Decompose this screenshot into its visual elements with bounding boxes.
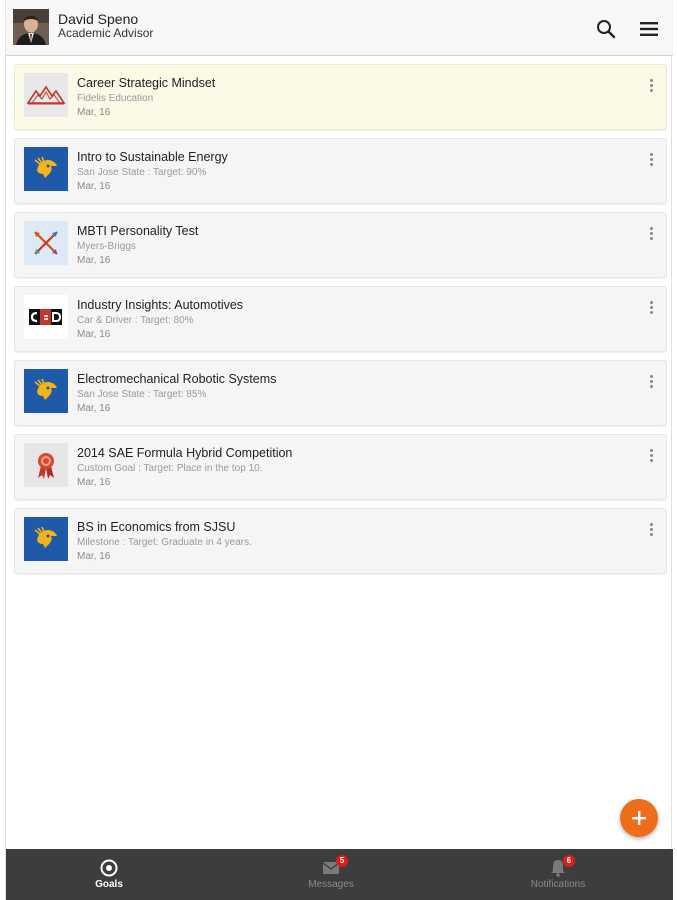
goal-item-electromechanical-robotic-systems[interactable]: Electromechanical Robotic Systems San Jo… — [14, 360, 667, 426]
goal-subtitle: Car & Driver : Target: 80% — [77, 315, 194, 326]
search-icon[interactable] — [595, 18, 617, 40]
nav-tab-messages[interactable]: 5 Messages — [261, 849, 401, 900]
sjsu-spartan-logo — [24, 369, 68, 413]
hamburger-menu-icon[interactable] — [638, 18, 660, 40]
goal-item-career-strategic-mindset[interactable]: Career Strategic Mindset Fidelis Educati… — [14, 64, 667, 130]
nav-label: Goals — [95, 879, 123, 890]
goal-title: BS in Economics from SJSU — [77, 520, 236, 534]
plus-icon — [632, 811, 646, 825]
user-name: David Speno — [58, 11, 139, 27]
goal-subtitle: San Jose State : Target: 85% — [77, 389, 207, 400]
more-options-icon[interactable] — [644, 371, 658, 391]
goal-title: Electromechanical Robotic Systems — [77, 372, 277, 386]
bell-icon: 6 — [547, 855, 575, 878]
goal-subtitle: Myers-Briggs — [77, 241, 136, 252]
nav-tab-goals[interactable]: Goals — [39, 849, 179, 900]
goal-date: Mar, 16 — [77, 255, 111, 266]
user-role: Academic Advisor — [58, 26, 154, 40]
fidelis-logo — [24, 73, 68, 117]
goal-title: MBTI Personality Test — [77, 224, 199, 238]
more-options-icon[interactable] — [644, 519, 658, 539]
add-goal-button[interactable] — [620, 799, 658, 837]
goal-date: Mar, 16 — [77, 551, 111, 562]
goal-date: Mar, 16 — [77, 329, 111, 340]
more-options-icon[interactable] — [644, 149, 658, 169]
more-options-icon[interactable] — [644, 297, 658, 317]
app-frame: David Speno Academic Advisor Career Stra… — [5, 0, 673, 900]
goal-item-bs-in-economics-from-sjsu[interactable]: BS in Economics from SJSU Milestone : Ta… — [14, 508, 667, 574]
goal-subtitle: San Jose State : Target: 90% — [77, 167, 207, 178]
envelope-icon: 5 — [320, 855, 348, 878]
goal-subtitle: Custom Goal : Target: Place in the top 1… — [77, 463, 263, 474]
goal-date: Mar, 16 — [77, 477, 111, 488]
goal-title: 2014 SAE Formula Hybrid Competition — [77, 446, 293, 460]
target-icon — [98, 858, 120, 878]
goal-date: Mar, 16 — [77, 181, 111, 192]
goal-title: Industry Insights: Automotives — [77, 298, 244, 312]
mbti-logo — [24, 221, 68, 265]
goal-item-mbti-personality-test[interactable]: MBTI Personality Test Myers-Briggs Mar, … — [14, 212, 667, 278]
more-options-icon[interactable] — [644, 445, 658, 465]
goal-date: Mar, 16 — [77, 107, 111, 118]
nav-tab-notifications[interactable]: 6 Notifications — [488, 849, 628, 900]
nav-label: Messages — [308, 879, 354, 890]
goals-list: Career Strategic Mindset Fidelis Educati… — [14, 64, 667, 582]
goal-subtitle: Fidelis Education — [77, 93, 154, 104]
more-options-icon[interactable] — [644, 223, 658, 243]
avatar[interactable] — [13, 9, 49, 45]
sjsu-spartan-logo — [24, 517, 68, 561]
nav-label: Notifications — [530, 879, 586, 890]
goal-item-intro-to-sustainable-energy[interactable]: Intro to Sustainable Energy San Jose Sta… — [14, 138, 667, 204]
goal-item-2014-sae-formula-hybrid-competition[interactable]: 2014 SAE Formula Hybrid Competition Cust… — [14, 434, 667, 500]
goal-title: Intro to Sustainable Energy — [77, 150, 228, 164]
goal-title: Career Strategic Mindset — [77, 76, 216, 90]
car-and-driver-logo — [24, 295, 68, 339]
goal-date: Mar, 16 — [77, 403, 111, 414]
award-ribbon-icon — [24, 443, 68, 487]
sjsu-spartan-logo — [24, 147, 68, 191]
app-header: David Speno Academic Advisor — [6, 0, 673, 56]
bottom-navigation: Goals 5 Messages 6 Notifications — [6, 849, 673, 900]
more-options-icon[interactable] — [644, 75, 658, 95]
messages-badge: 5 — [336, 855, 348, 867]
goal-subtitle: Milestone : Target: Graduate in 4 years. — [77, 537, 252, 548]
notifications-badge: 6 — [563, 855, 575, 867]
goal-item-industry-insights-automotives[interactable]: Industry Insights: Automotives Car & Dri… — [14, 286, 667, 352]
